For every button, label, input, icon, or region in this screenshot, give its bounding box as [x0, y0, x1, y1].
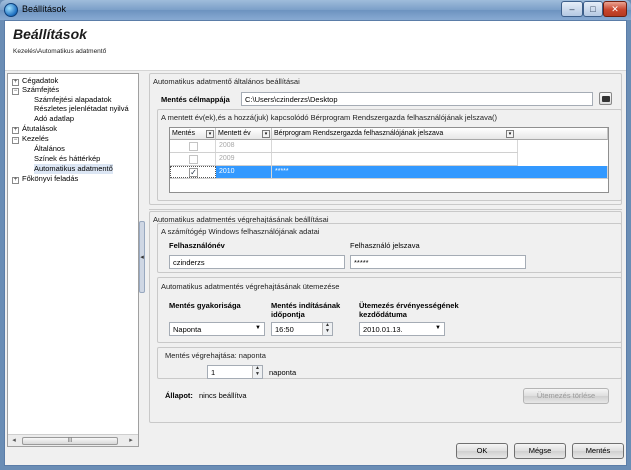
frequency-select[interactable]: Naponta ▼	[169, 322, 265, 336]
expand-icon[interactable]: +	[12, 177, 19, 184]
settings-tree: + Cégadatok − Számfejtés Számfejtési alapa…	[7, 73, 139, 447]
run-unit-label: naponta	[269, 368, 297, 377]
filter-dropdown-icon[interactable]: ▾	[206, 130, 214, 138]
spin-down-icon[interactable]: ▼	[322, 329, 332, 335]
collapse-icon[interactable]: −	[12, 88, 19, 95]
windows-user-title: A számítógép Windows felhasználójának ad…	[161, 227, 320, 236]
table-row[interactable]: 2009	[170, 153, 518, 166]
table-row[interactable]: ✓ 2010 *****	[170, 166, 608, 179]
chevron-down-icon: ▼	[255, 325, 261, 331]
tree-item-atutalasok[interactable]: + Átutalások	[12, 124, 57, 134]
spin-down-icon[interactable]: ▼	[252, 372, 262, 378]
expand-icon[interactable]: +	[12, 127, 19, 134]
title-bar	[0, 0, 631, 20]
breadcrumb: Kezelés\Automatikus adatmentő	[13, 48, 107, 55]
settings-content: Automatikus adatmentő általános beállítá…	[147, 73, 624, 447]
ok-button[interactable]: OK	[456, 443, 508, 459]
status-label: Állapot:	[165, 391, 193, 400]
window-client: Beállítások Kezelés\Automatikus adatment…	[4, 20, 627, 466]
collapse-icon[interactable]: −	[12, 137, 19, 144]
start-time-label: Mentés indításának időpontja	[271, 301, 341, 319]
target-folder-label: Mentés célmappája	[161, 95, 230, 104]
clear-schedule-button[interactable]: Ütemezés törlése	[523, 388, 609, 404]
schedule-title: Automatikus adatmentés végrehajtásának ü…	[161, 282, 340, 291]
username-input[interactable]: czinderzs	[169, 255, 345, 269]
browse-folder-button[interactable]	[599, 92, 612, 105]
run-title: Mentés végrehajtása: naponta	[165, 351, 266, 360]
tree-item-kezeles[interactable]: − Kezelés	[12, 134, 49, 144]
tree-horizontal-scrollbar[interactable]: ◂ III ▸	[8, 434, 138, 446]
chevron-down-icon: ▼	[435, 325, 441, 331]
folder-icon	[602, 96, 610, 102]
filter-dropdown-icon[interactable]: ▾	[506, 130, 514, 138]
window-title: Beállítások	[22, 4, 67, 14]
valid-from-date-picker[interactable]: 2010.01.13. ▼	[359, 322, 445, 336]
scroll-left-icon[interactable]: ◂	[9, 436, 19, 446]
table-row[interactable]: 2008	[170, 140, 518, 153]
password-label: Felhasználó jelszava	[350, 241, 420, 250]
save-button[interactable]: Mentés	[572, 443, 624, 459]
maximize-button[interactable]: □	[583, 1, 603, 17]
panel-splitter[interactable]: ◂	[139, 221, 145, 293]
minimize-button[interactable]: –	[561, 1, 583, 17]
general-settings-title: Automatikus adatmentő általános beállítá…	[153, 77, 300, 86]
app-icon	[4, 3, 18, 17]
save-checkbox[interactable]	[189, 142, 198, 151]
tree-item-fokonyvi-feladas[interactable]: + Főkönyvi feladás	[12, 174, 78, 184]
saved-years-grid: Mentés ▾ Mentett év ▾ Bérprogram Rendsze…	[169, 127, 609, 193]
save-checkbox[interactable]	[189, 155, 198, 164]
password-input[interactable]: *****	[350, 255, 526, 269]
column-header-jelszo[interactable]: Bérprogram Rendszergazda felhasználójána…	[272, 128, 608, 140]
tree-item-szamfejtes[interactable]: − Számfejtés	[12, 85, 59, 95]
frequency-label: Mentés gyakorisága	[169, 301, 241, 310]
header: Beállítások Kezelés\Automatikus adatment…	[5, 21, 626, 71]
valid-from-label: Ütemezés érvényességének kezdődátuma	[359, 301, 459, 319]
close-button[interactable]: ✕	[603, 1, 627, 17]
status-value: nincs beállítva	[199, 391, 247, 400]
page-title: Beállítások	[13, 26, 87, 42]
divider	[149, 209, 622, 210]
username-label: Felhasználónév	[169, 241, 225, 250]
saved-years-title: A mentett év(ek),és a hozzá(juk) kapcsol…	[161, 113, 498, 122]
scroll-right-icon[interactable]: ▸	[126, 436, 136, 446]
run-interval-spinner[interactable]: 1 ▲ ▼	[207, 365, 263, 379]
target-folder-input[interactable]: C:\Users\czinderzs\Desktop	[241, 92, 593, 106]
scroll-thumb[interactable]: III	[22, 437, 118, 445]
cancel-button[interactable]: Mégse	[514, 443, 566, 459]
save-checkbox[interactable]: ✓	[189, 168, 198, 177]
filter-dropdown-icon[interactable]: ▾	[262, 130, 270, 138]
start-time-spinner[interactable]: 16:50 ▲ ▼	[271, 322, 333, 336]
